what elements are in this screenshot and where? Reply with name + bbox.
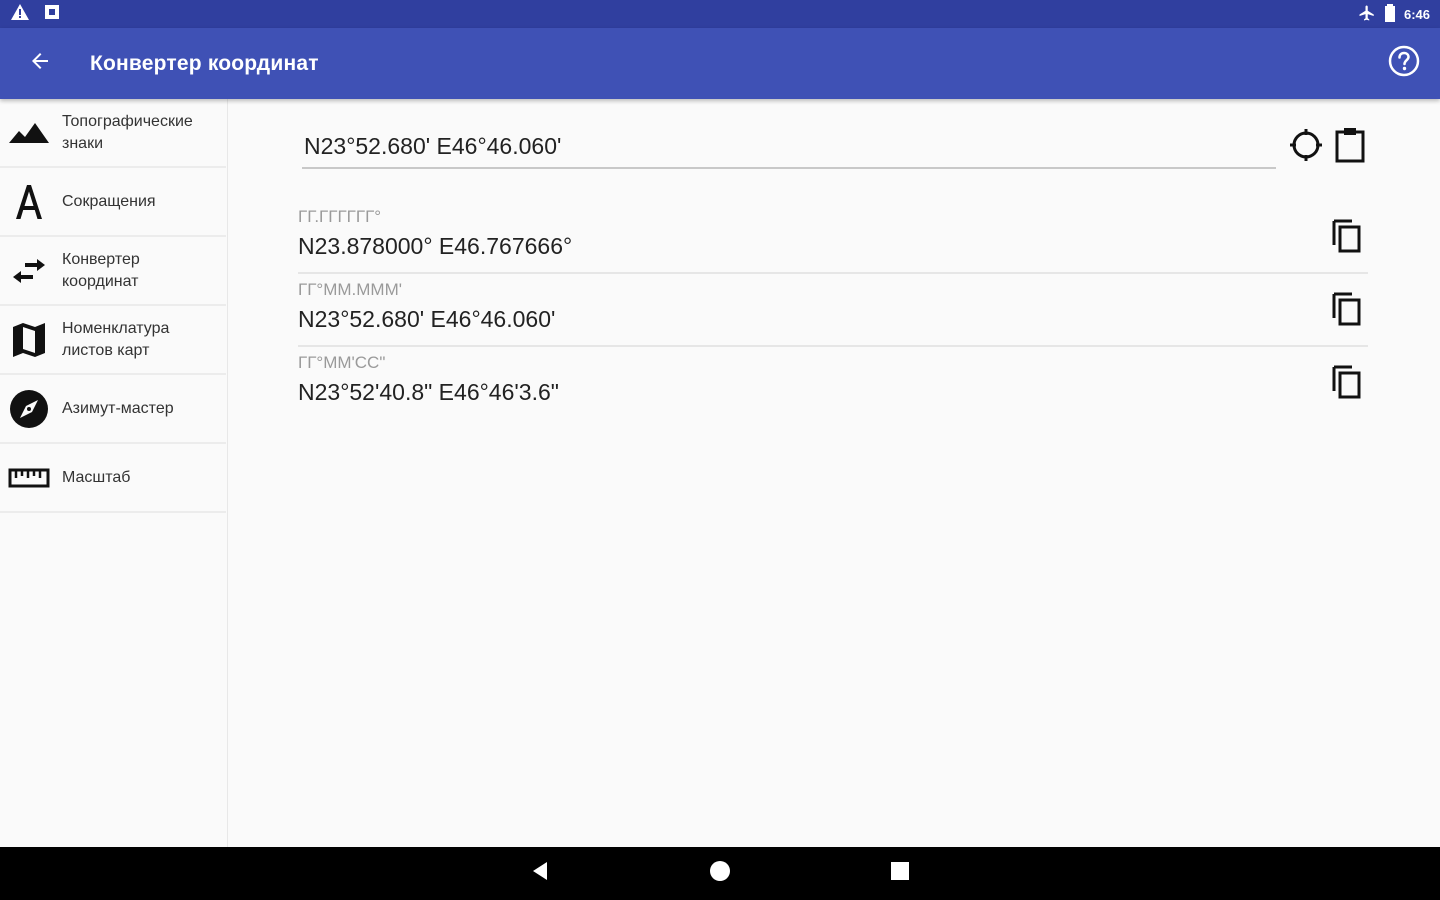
nav-back-button[interactable] [510,847,570,900]
notification-square-icon [44,4,60,25]
coordinate-input[interactable] [302,125,1277,169]
sidebar-item-scale[interactable]: Масштаб [0,444,226,513]
sidebar-item-label: Топографические знаки [62,112,193,152]
sidebar-item-label: Масштаб [62,468,131,486]
help-button[interactable] [1368,28,1440,99]
result-format-label: ГГ.ГГГГГГ° [298,207,382,226]
results-list: ГГ.ГГГГГГ° N23.878000° E46.767666° ГГ°ММ… [298,201,1368,420]
copy-button[interactable] [1324,361,1368,405]
sidebar-item-label: Азимут-мастер [62,399,174,417]
nav-home-button[interactable] [690,847,750,900]
home-circle-icon [709,860,731,887]
nav-recents-button[interactable] [870,847,930,900]
result-format-label: ГГ°ММ'СС" [298,353,386,372]
warning-icon [10,3,30,26]
sidebar-item-coordinate-converter[interactable]: Конвертер координат [0,237,226,306]
copy-icon [1330,217,1362,258]
page-title: Конвертер координат [90,51,319,75]
sidebar-item-label: Номенклатура листов карт [62,319,170,359]
sidebar: Топографические знаки Сокращения Конверт… [0,99,228,847]
result-row-degrees-minutes-seconds: ГГ°ММ'СС" N23°52'40.8" E46°46'3.6" [298,347,1368,420]
sidebar-item-topographic-signs[interactable]: Топографические знаки [0,99,226,168]
copy-button[interactable] [1324,215,1368,259]
result-value: N23°52.680' E46°46.060' [298,306,556,332]
swap-arrows-icon [8,250,50,292]
ruler-icon [8,457,50,499]
sidebar-item-abbreviations[interactable]: Сокращения [0,168,226,237]
recents-square-icon [890,861,910,886]
sidebar-item-label: Сокращения [62,192,156,210]
map-icon [8,319,50,361]
clipboard-icon [1334,127,1366,168]
letter-a-icon [8,181,50,223]
back-triangle-icon [531,861,549,886]
app-bar: Конвертер координат [0,28,1440,99]
system-nav-bar [0,847,1440,900]
result-row-degrees-minutes: ГГ°ММ.МММ' N23°52.680' E46°46.060' [298,274,1368,347]
arrow-back-icon [28,49,52,78]
airplane-icon [1358,4,1376,25]
copy-button[interactable] [1324,288,1368,332]
battery-icon [1384,3,1396,25]
status-time: 6:46 [1403,6,1430,22]
compass-icon [8,388,50,430]
result-value: N23.878000° E46.767666° [298,233,573,259]
result-row-decimal-degrees: ГГ.ГГГГГГ° N23.878000° E46.767666° [298,201,1368,274]
crosshair-icon [1288,127,1324,168]
sidebar-item-azimuth-master[interactable]: Азимут-мастер [0,375,226,444]
paste-button[interactable] [1328,125,1372,169]
copy-icon [1330,363,1362,404]
help-circle-icon [1387,44,1421,83]
copy-icon [1330,290,1362,331]
main-content: ГГ.ГГГГГГ° N23.878000° E46.767666° ГГ°ММ… [228,99,1440,847]
status-bar: 6:46 [0,0,1440,28]
sidebar-item-label: Конвертер координат [62,250,140,290]
coordinate-input-row [302,123,1372,171]
result-format-label: ГГ°ММ.МММ' [298,280,402,299]
sidebar-item-map-nomenclature[interactable]: Номенклатура листов карт [0,306,226,375]
locate-button[interactable] [1284,125,1328,169]
back-button[interactable] [0,28,80,99]
result-value: N23°52'40.8" E46°46'3.6" [298,379,559,405]
mountain-icon [8,112,50,154]
